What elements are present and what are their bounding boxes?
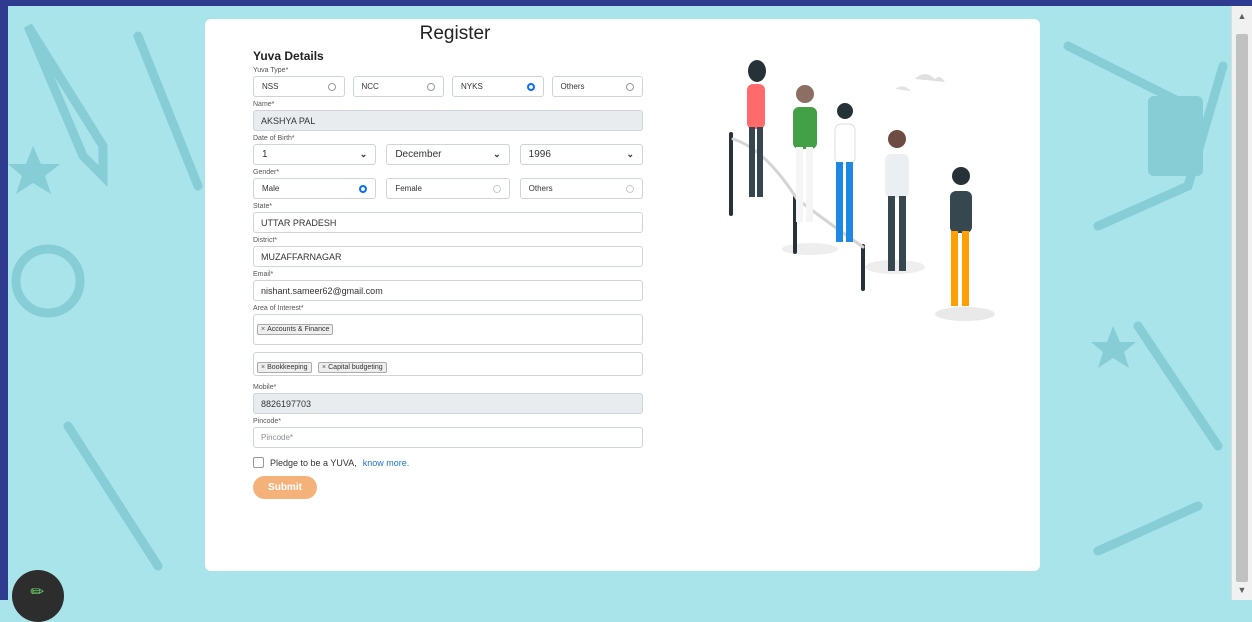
remove-tag-icon[interactable]: × (261, 326, 265, 333)
chevron-down-icon: ⌄ (493, 149, 501, 159)
pincode-input[interactable]: Pincode* (253, 427, 643, 448)
person-figure (834, 103, 856, 242)
email-label: Email* (253, 271, 274, 278)
pencil-icon: ✎ (27, 581, 49, 604)
scroll-up-icon[interactable]: ▲ (1232, 8, 1252, 24)
interest-tag[interactable]: × Bookkeeping (257, 362, 312, 373)
radio-icon[interactable] (625, 184, 634, 193)
yuva-type-ncc[interactable]: NCC (352, 76, 444, 97)
registration-form: Yuva Details Yuva Type* NSS NCC NYKS Oth… (253, 49, 643, 499)
email-field[interactable]: nishant.sameer62@gmail.com (253, 280, 643, 301)
page-title: Register (419, 23, 491, 44)
yuva-type-nss[interactable]: NSS (253, 76, 345, 97)
name-field[interactable]: AKSHYA PAL (253, 110, 643, 131)
person-figure (747, 60, 766, 197)
gender-group: Male Female Others (253, 178, 643, 199)
name-label: Name* (253, 101, 275, 108)
dob-day-select[interactable]: 1 ⌄ (253, 144, 377, 165)
gender-male[interactable]: Male (253, 178, 377, 199)
pledge-checkbox[interactable] (253, 457, 264, 468)
interest-tag[interactable]: × Capital budgeting (318, 362, 387, 373)
yuva-type-group: NSS NCC NYKS Others (253, 76, 643, 97)
person-figure (950, 167, 972, 306)
district-field[interactable]: MUZAFFARNAGAR (253, 246, 643, 267)
district-label: District* (253, 237, 278, 244)
dob-group: 1 ⌄ December ⌄ 1996 ⌄ (253, 144, 643, 165)
scroll-down-icon[interactable]: ▼ (1232, 582, 1252, 598)
know-more-link[interactable]: know more. (363, 458, 410, 468)
dob-label: Date of Birth* (253, 135, 295, 142)
yuva-type-nyks[interactable]: NYKS (452, 76, 544, 97)
vertical-scrollbar[interactable]: ▲ ▼ (1231, 6, 1252, 600)
pincode-label: Pincode* (253, 418, 282, 425)
remove-tag-icon[interactable]: × (322, 364, 326, 371)
radio-icon[interactable] (492, 184, 501, 193)
radio-icon[interactable] (626, 82, 634, 91)
yuva-type-others[interactable]: Others (551, 76, 643, 97)
state-label: State* (253, 203, 273, 210)
radio-selected-icon[interactable] (359, 184, 368, 193)
dob-year-select[interactable]: 1996 ⌄ (519, 144, 643, 165)
pledge-row: Pledge to be a YUVA, know more. (253, 457, 643, 468)
mobile-field[interactable]: 8826197703 (253, 393, 643, 414)
state-field[interactable]: UTTAR PRADESH (253, 212, 643, 233)
person-figure (885, 130, 909, 271)
window-frame-left (0, 0, 8, 600)
radio-icon[interactable] (427, 82, 435, 91)
scroll-thumb[interactable] (1236, 34, 1248, 582)
yuva-type-label: Yuva Type* (253, 67, 289, 74)
chevron-down-icon: ⌄ (359, 149, 368, 159)
interest-tag-box-1[interactable]: × Accounts & Finance (253, 314, 643, 345)
dob-month-select[interactable]: December ⌄ (386, 144, 510, 165)
submit-button[interactable]: Submit (253, 476, 317, 499)
gender-label: Gender* (253, 169, 280, 176)
interest-label: Area of Interest* (253, 305, 304, 312)
radio-icon[interactable] (327, 82, 336, 91)
register-card: Register Yuva Details Yuva Type* NSS NCC… (205, 19, 1040, 571)
gender-female[interactable]: Female (386, 178, 510, 199)
remove-tag-icon[interactable]: × (261, 364, 265, 371)
gender-others[interactable]: Others (519, 178, 643, 199)
person-figure (793, 85, 817, 222)
people-queue-illustration (729, 60, 995, 321)
interest-tag-box-2[interactable]: × Bookkeeping × Capital budgeting (253, 352, 643, 376)
radio-selected-icon[interactable] (526, 82, 535, 91)
chevron-down-icon: ⌄ (626, 149, 634, 159)
interest-tag[interactable]: × Accounts & Finance (257, 324, 334, 335)
pledge-text: Pledge to be a YUVA, (270, 457, 357, 468)
mobile-label: Mobile* (253, 384, 277, 391)
section-title: Yuva Details (253, 49, 324, 63)
edit-button[interactable]: ✎ (12, 570, 64, 622)
